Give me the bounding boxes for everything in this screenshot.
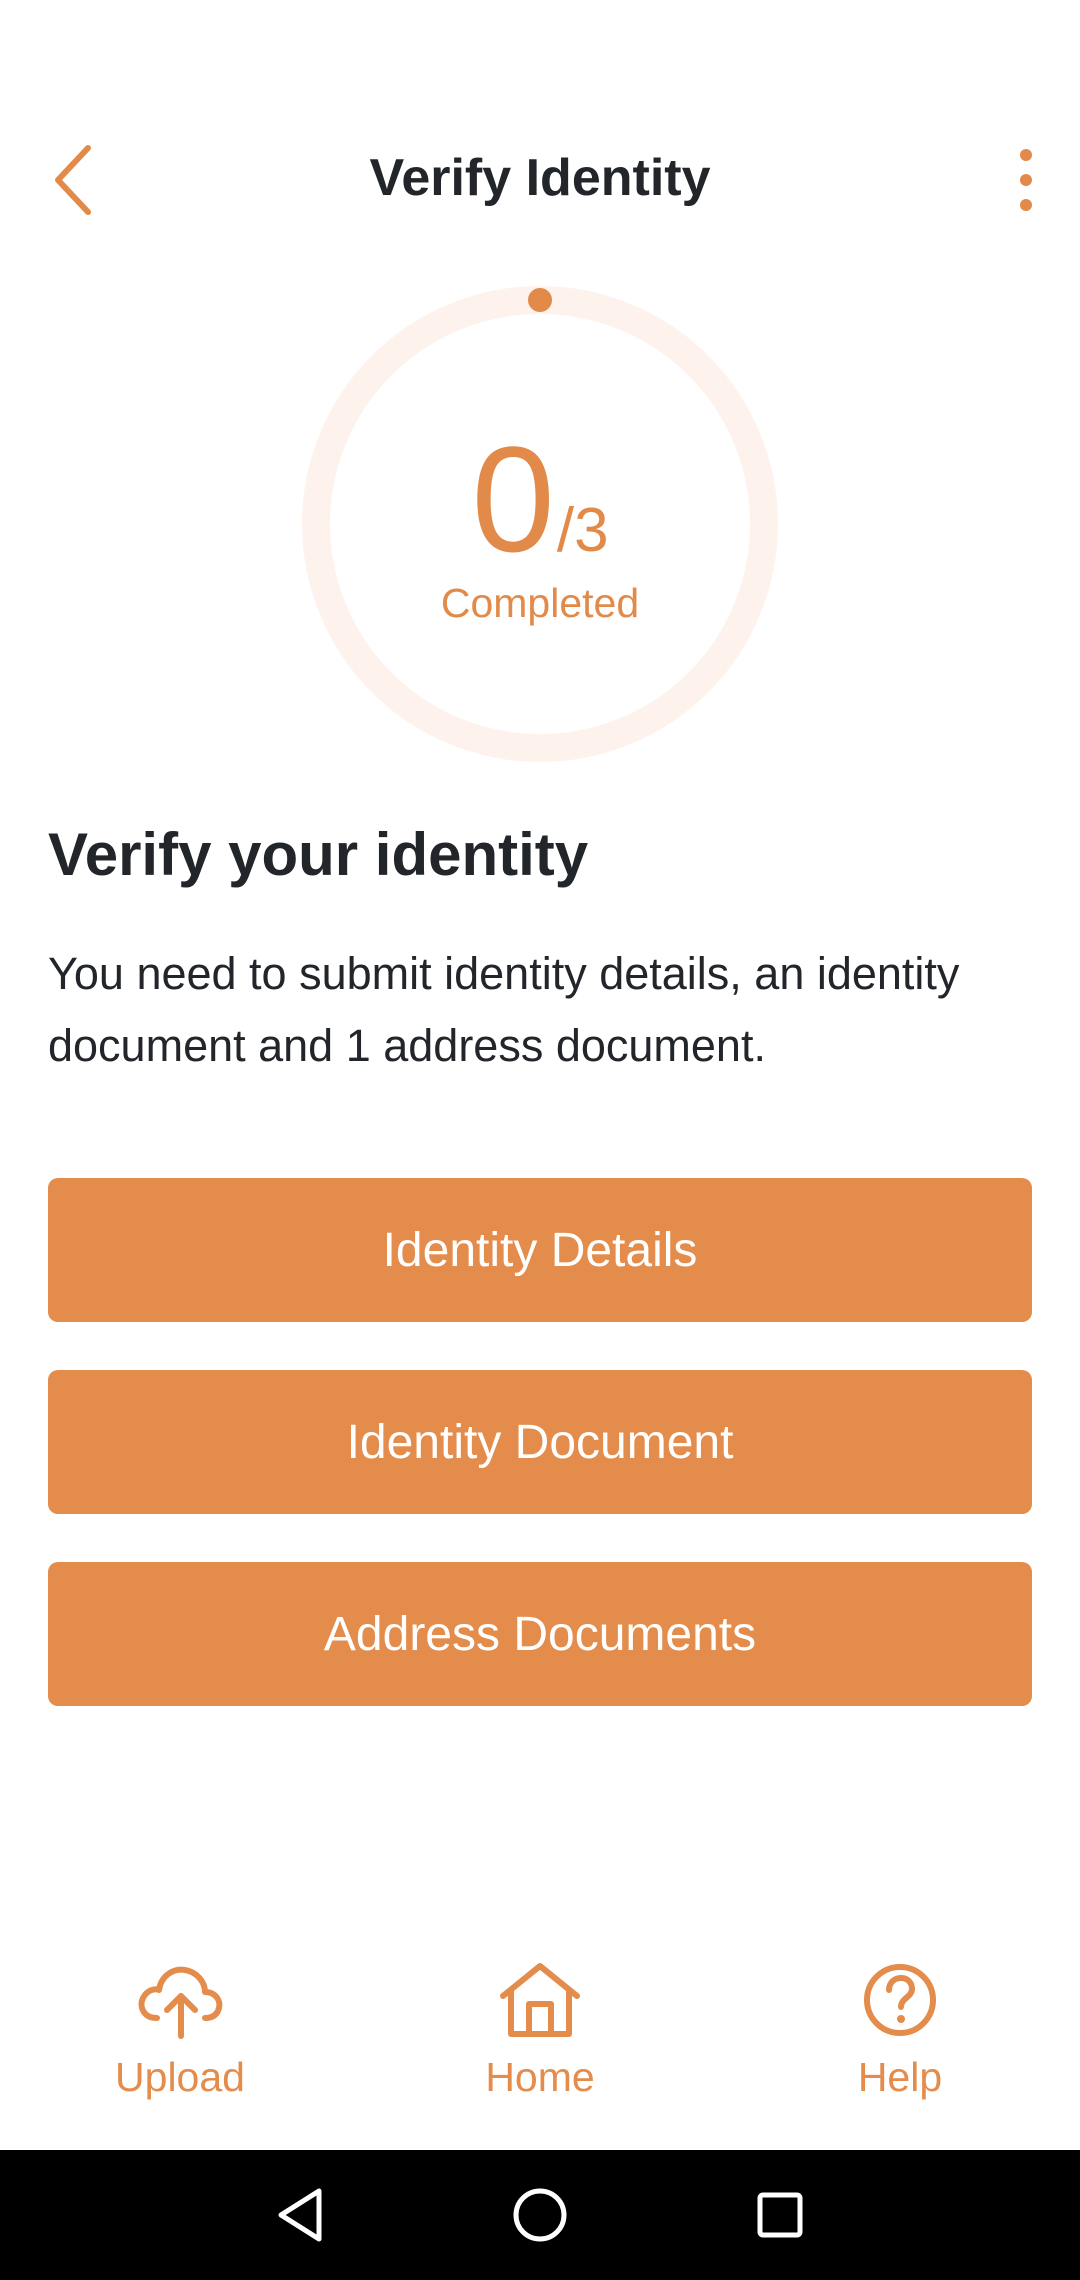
more-vertical-icon bbox=[1020, 149, 1032, 211]
cloud-upload-icon bbox=[138, 1966, 223, 2039]
section-description: You need to submit identity details, an … bbox=[48, 948, 960, 1071]
system-back-button[interactable] bbox=[265, 2180, 335, 2250]
nav-upload-label: Upload bbox=[115, 2054, 245, 2100]
bottom-navigation: Upload Home Help bbox=[0, 1960, 1080, 2150]
progress-label: Completed bbox=[440, 580, 640, 626]
triangle-back-icon bbox=[278, 2188, 322, 2242]
nav-upload[interactable]: Upload bbox=[50, 1960, 310, 2140]
identity-details-button[interactable]: Identity Details bbox=[48, 1178, 1032, 1322]
help-circle-icon bbox=[864, 1964, 936, 2036]
total-count: /3 bbox=[556, 496, 609, 565]
section-heading: Verify your identity bbox=[48, 821, 589, 888]
nav-home[interactable]: Home bbox=[410, 1960, 670, 2140]
square-recents-icon bbox=[757, 2192, 803, 2238]
progress-indicator-dot bbox=[528, 288, 552, 312]
app-bar: Verify Identity bbox=[0, 120, 1080, 240]
nav-help-label: Help bbox=[857, 2054, 943, 2100]
system-navigation-bar bbox=[0, 2150, 1080, 2280]
nav-help[interactable]: Help bbox=[770, 1960, 1030, 2140]
home-icon bbox=[500, 1963, 580, 2037]
completed-count: 0 bbox=[471, 415, 555, 583]
address-documents-button[interactable]: Address Documents bbox=[48, 1562, 1032, 1706]
system-recents-button[interactable] bbox=[745, 2180, 815, 2250]
progress-ring: 0 /3 Completed bbox=[300, 284, 780, 764]
progress-text: 0 /3 Completed bbox=[300, 424, 780, 627]
circle-home-icon bbox=[513, 2188, 567, 2242]
nav-home-label: Home bbox=[485, 2054, 595, 2100]
page-title: Verify Identity bbox=[369, 149, 711, 207]
identity-document-button[interactable]: Identity Document bbox=[48, 1370, 1032, 1514]
more-options-button[interactable] bbox=[986, 130, 1066, 230]
system-home-button[interactable] bbox=[505, 2180, 575, 2250]
